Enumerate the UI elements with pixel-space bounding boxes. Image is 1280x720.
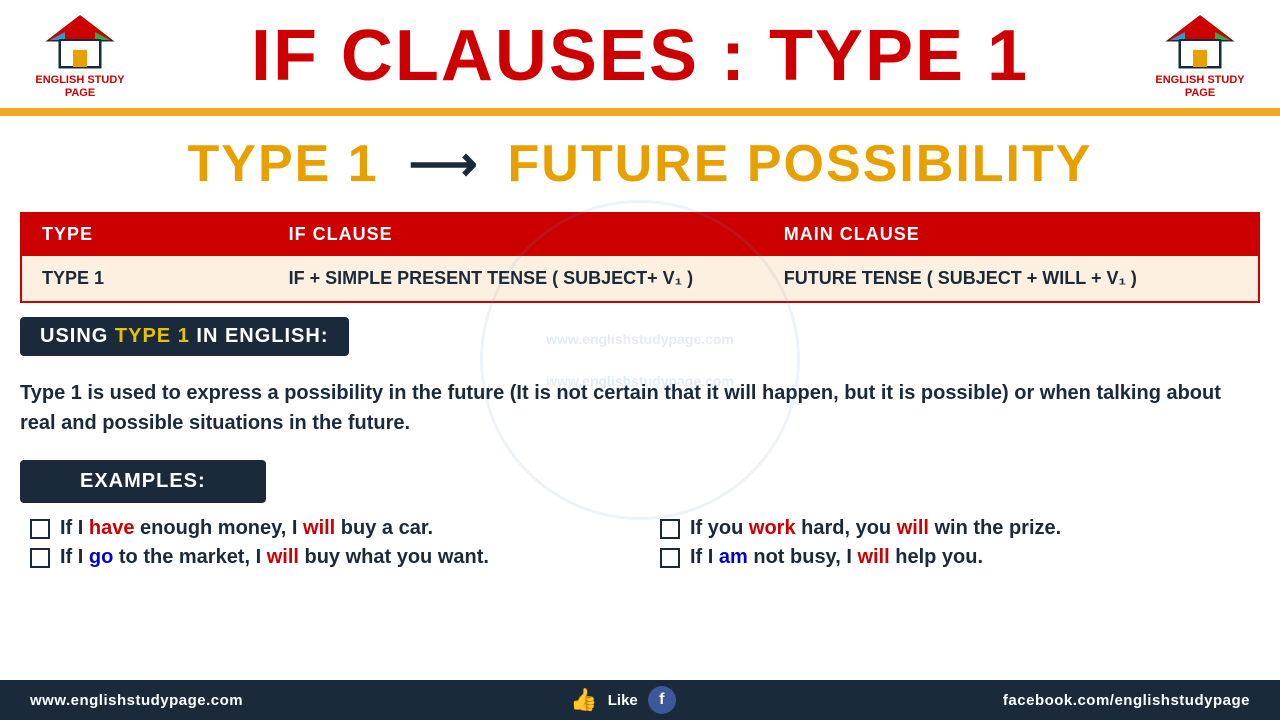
footer-facebook: facebook.com/englishstudypage	[1003, 692, 1250, 709]
example-text-2: If I go to the market, I will buy what y…	[60, 546, 489, 569]
subtitle-type: TYPE 1	[188, 134, 379, 194]
header: ENGLISH STUDY PAGE IF CLAUSES : TYPE 1 E…	[0, 0, 1280, 112]
example-item-3: If you work hard, you will win the prize…	[660, 517, 1250, 540]
will-word-2: will	[267, 546, 299, 568]
examples-grid: If I have enough money, I will buy a car…	[20, 517, 1260, 569]
like-label: Like	[608, 692, 638, 709]
am-word: am	[719, 546, 748, 568]
cell-if-clause: IF + SIMPLE PRESENT TENSE ( SUBJECT+ V₁ …	[269, 256, 764, 303]
go-word: go	[89, 546, 113, 568]
will-word-1: will	[303, 517, 335, 539]
will-word-3: will	[897, 517, 929, 539]
title-main: IF CLAUSES :	[251, 16, 769, 96]
footer-center: 👍 Like f	[570, 686, 675, 714]
main-title: IF CLAUSES : TYPE 1	[140, 20, 1140, 92]
footer-website: www.englishstudypage.com	[30, 692, 243, 709]
thumbs-up-icon: 👍	[570, 687, 597, 713]
example-item-4: If I am not busy, I will help you.	[660, 546, 1250, 569]
logo-house-icon-right	[1165, 12, 1235, 72]
logo-left: ENGLISH STUDY PAGE	[20, 12, 140, 100]
facebook-icon: f	[648, 686, 676, 714]
using-suffix: IN ENGLISH:	[196, 325, 328, 347]
examples-label: EXAMPLES:	[20, 460, 266, 503]
title-highlight: TYPE 1	[769, 16, 1029, 96]
logo-house-icon-left	[45, 12, 115, 72]
example-item-2: If I go to the market, I will buy what y…	[30, 546, 620, 569]
using-type1: TYPE 1	[115, 325, 196, 347]
example-item-1: If I have enough money, I will buy a car…	[30, 517, 620, 540]
using-label: USING TYPE 1 IN ENGLISH:	[20, 317, 349, 356]
table-header-row: TYPE IF CLAUSE MAIN CLAUSE	[21, 213, 1259, 256]
col-if-clause: IF CLAUSE	[269, 213, 764, 256]
table-row: TYPE 1 IF + SIMPLE PRESENT TENSE ( SUBJE…	[21, 256, 1259, 303]
using-section: USING TYPE 1 IN ENGLISH:	[0, 317, 1280, 356]
logo-text-right: ENGLISH STUDYPAGE	[1155, 74, 1244, 100]
subtitle-arrow: ⟶	[409, 136, 478, 192]
example-text-1: If I have enough money, I will buy a car…	[60, 517, 433, 540]
checkbox-4	[660, 548, 680, 568]
cell-main-clause: FUTURE TENSE ( SUBJECT + WILL + V₁ )	[764, 256, 1259, 303]
col-main-clause: MAIN CLAUSE	[764, 213, 1259, 256]
footer: www.englishstudypage.com 👍 Like f facebo…	[0, 680, 1280, 720]
work-word: work	[749, 517, 796, 539]
example-text-4: If I am not busy, I will help you.	[690, 546, 983, 569]
checkbox-3	[660, 519, 680, 539]
clause-table: TYPE IF CLAUSE MAIN CLAUSE TYPE 1 IF + S…	[20, 212, 1260, 303]
checkbox-2	[30, 548, 50, 568]
description: Type 1 is used to express a possibility …	[0, 368, 1280, 448]
header-center: IF CLAUSES : TYPE 1	[140, 20, 1140, 92]
table-section: TYPE IF CLAUSE MAIN CLAUSE TYPE 1 IF + S…	[0, 212, 1280, 303]
example-text-3: If you work hard, you will win the prize…	[690, 517, 1061, 540]
checkbox-1	[30, 519, 50, 539]
using-prefix: USING	[40, 325, 115, 347]
col-type: TYPE	[21, 213, 269, 256]
have-word: have	[89, 517, 135, 539]
logo-right: ENGLISH STUDYPAGE	[1140, 12, 1260, 100]
examples-section: EXAMPLES: If I have enough money, I will…	[0, 460, 1280, 569]
will-word-4: will	[857, 546, 889, 568]
subtitle-future: FUTURE POSSIBILITY	[508, 134, 1093, 194]
cell-type: TYPE 1	[21, 256, 269, 303]
logo-text-left: ENGLISH STUDY PAGE	[35, 74, 124, 100]
subtitle-bar: TYPE 1 ⟶ FUTURE POSSIBILITY	[0, 116, 1280, 212]
